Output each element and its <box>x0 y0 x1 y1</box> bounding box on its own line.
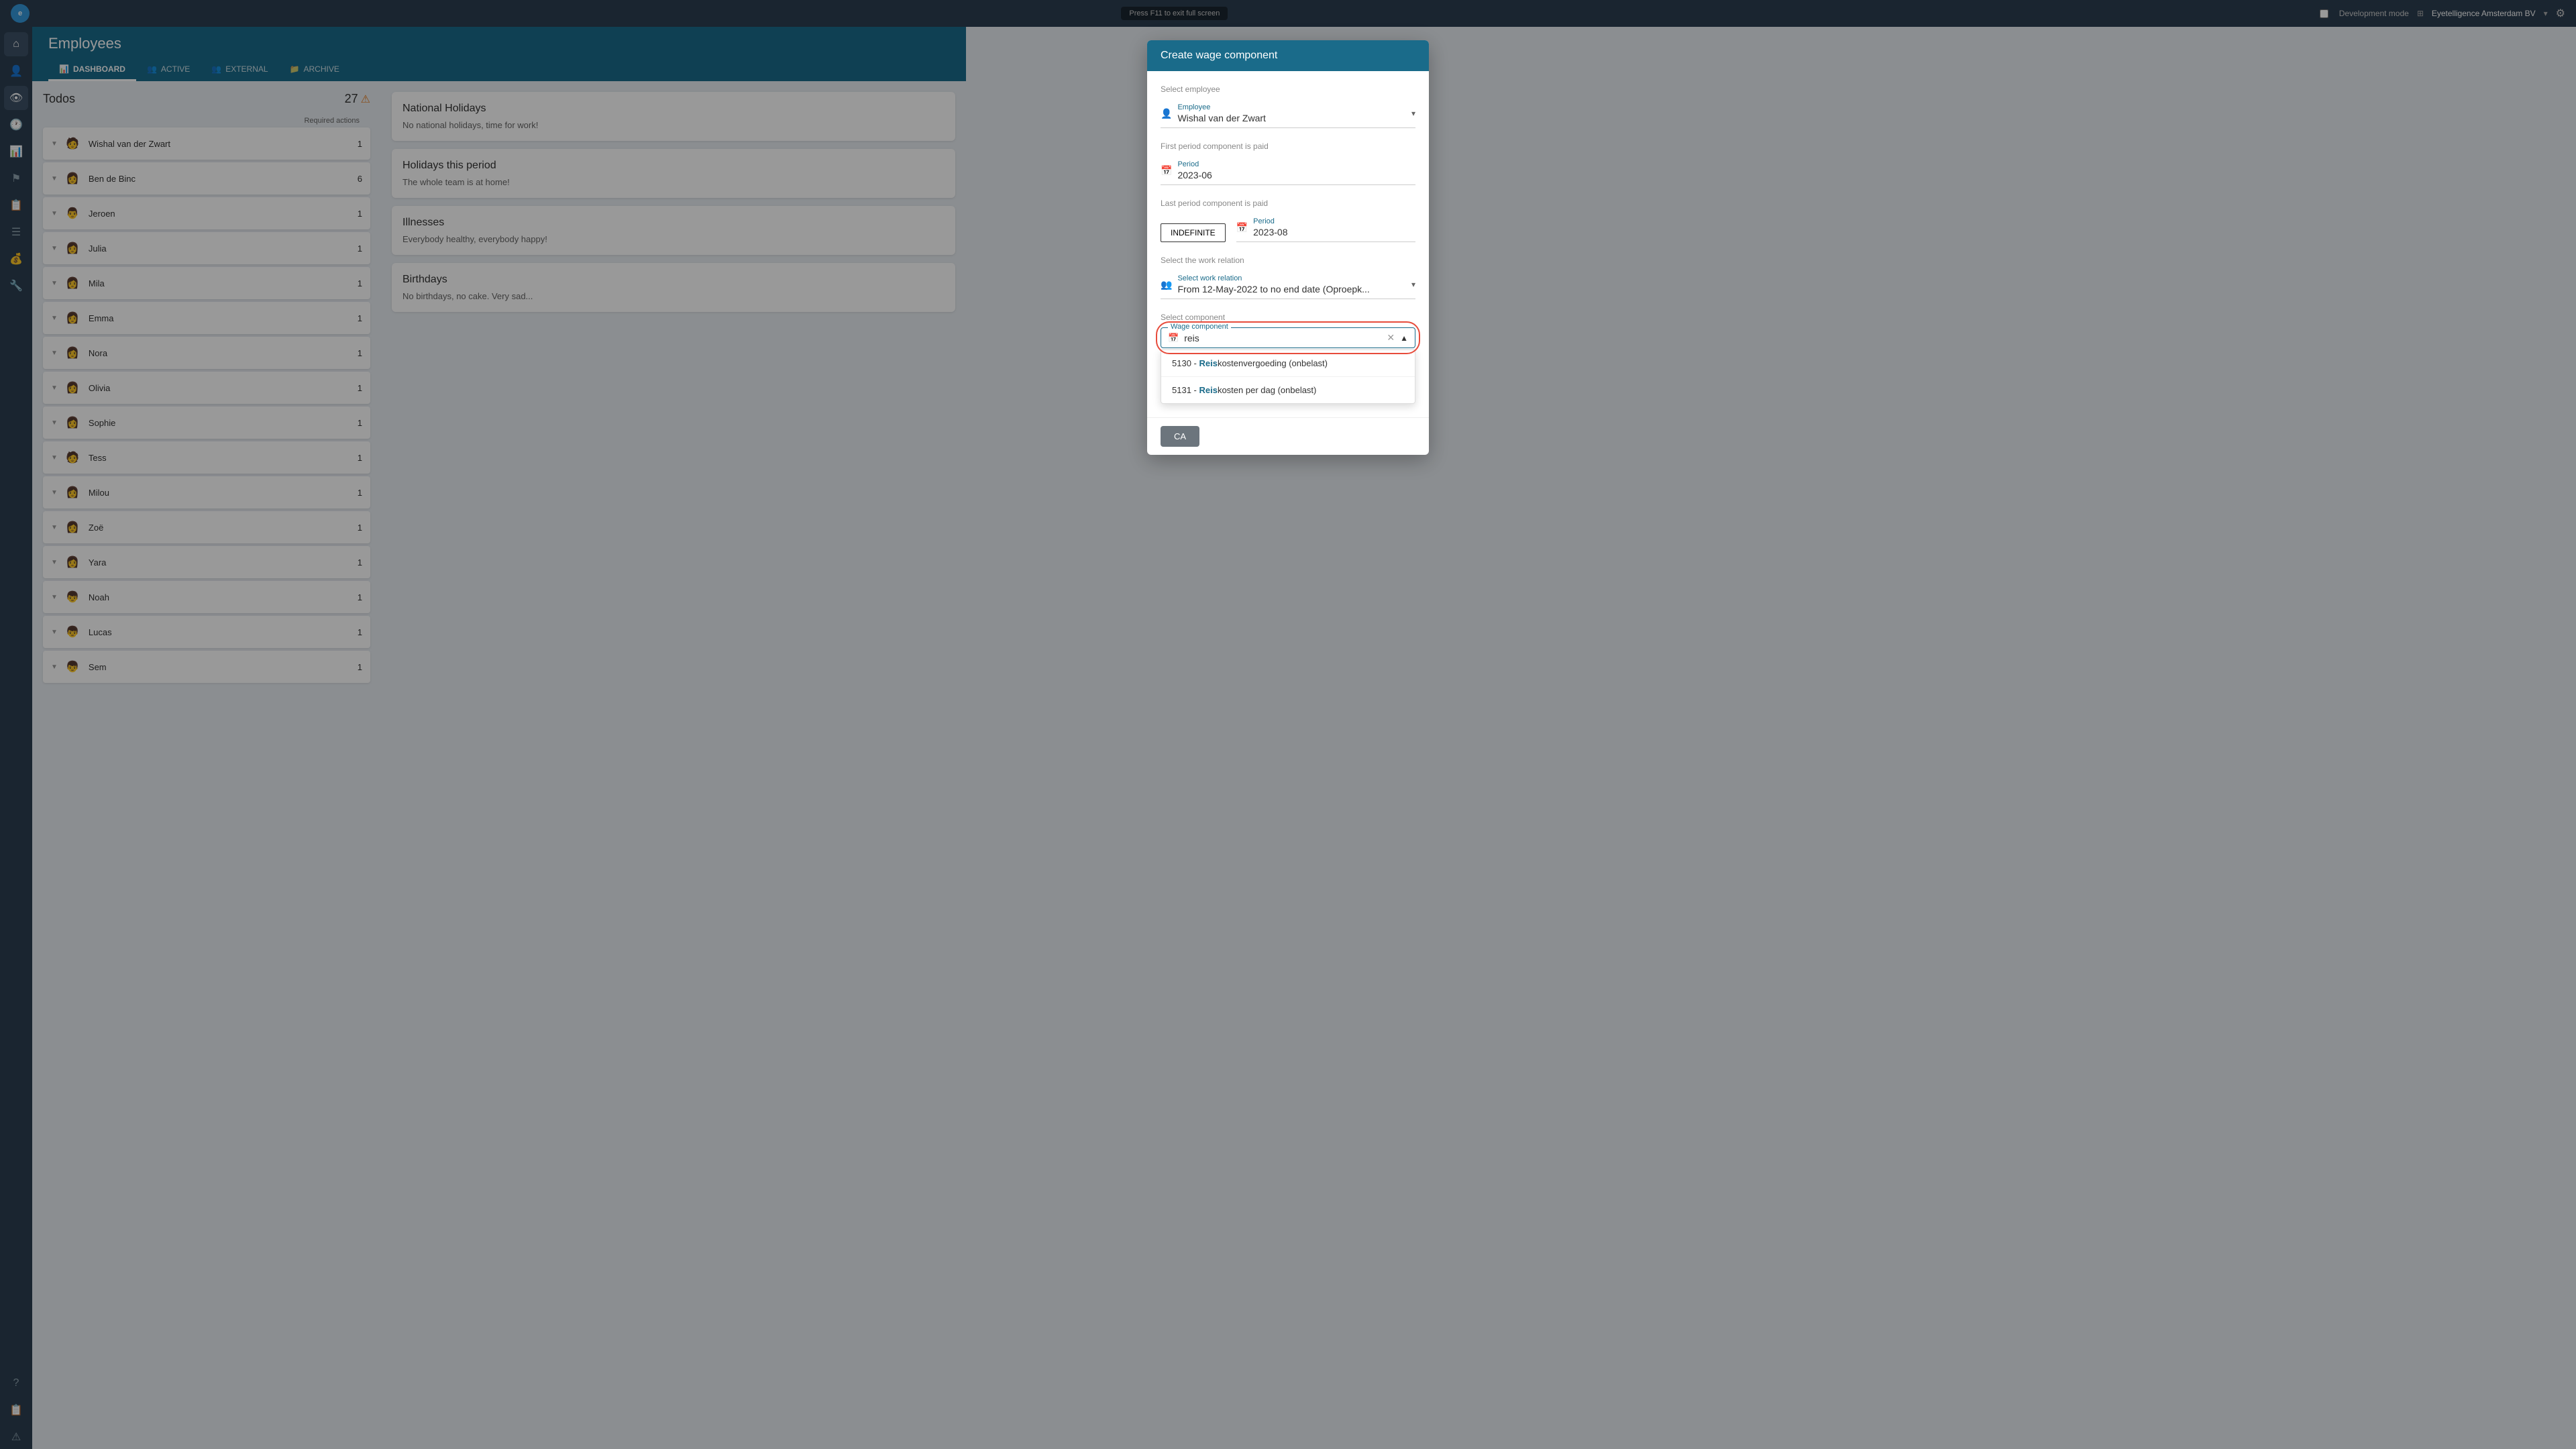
cancel-button[interactable]: CA <box>1161 426 1199 447</box>
calendar-icon: 📅 <box>1161 165 1172 176</box>
work-icon: 👥 <box>1161 279 1172 290</box>
employee-dropdown-arrow[interactable]: ▾ <box>1411 109 1415 118</box>
employee-section: Select employee 👤 Employee Wishal van de… <box>1161 85 1415 128</box>
modal-body: Select employee 👤 Employee Wishal van de… <box>1147 71 1429 417</box>
wage-toggle-icon[interactable]: ▲ <box>1400 333 1408 343</box>
first-period-label: First period component is paid <box>1161 142 1415 151</box>
employee-section-label: Select employee <box>1161 85 1415 94</box>
component-label: Select component <box>1161 313 1415 322</box>
component-section: Select component Wage component 📅 ✕ ▲ 51… <box>1161 313 1415 404</box>
first-period-section: First period component is paid 📅 Period … <box>1161 142 1415 185</box>
dropdown-item[interactable]: 5130 - Reiskostenvergoeding (onbelast) <box>1161 350 1415 377</box>
last-period-row: INDEFINITE 📅 Period 2023-08 <box>1161 213 1415 242</box>
work-relation-section: Select the work relation 👥 Select work r… <box>1161 256 1415 299</box>
modal-footer: CA <box>1147 417 1429 455</box>
first-period-value: 2023-06 <box>1177 170 1415 180</box>
last-period-value: 2023-08 <box>1253 227 1415 237</box>
wage-dropdown-list: 5130 - Reiskostenvergoeding (onbelast)51… <box>1161 350 1415 404</box>
wage-component-field[interactable]: Wage component 📅 ✕ ▲ <box>1161 327 1415 348</box>
work-relation-value: From 12-May-2022 to no end date (Oproepk… <box>1177 284 1406 294</box>
work-relation-field-label: Select work relation <box>1177 274 1406 282</box>
modal-title: Create wage component <box>1161 50 1277 61</box>
wage-component-wrapper: Wage component 📅 ✕ ▲ 5130 - Reiskostenve… <box>1161 327 1415 404</box>
employee-field-label: Employee <box>1177 103 1406 111</box>
work-relation-arrow[interactable]: ▾ <box>1411 280 1415 289</box>
first-period-field[interactable]: 📅 Period 2023-06 <box>1161 156 1415 185</box>
dropdown-item[interactable]: 5131 - Reiskosten per dag (onbelast) <box>1161 377 1415 403</box>
employee-value: Wishal van der Zwart <box>1177 113 1406 123</box>
modal: Create wage component Select employee 👤 … <box>1147 40 1429 455</box>
first-period-field-label: Period <box>1177 160 1415 168</box>
wage-component-input[interactable] <box>1184 333 1381 343</box>
indefinite-button[interactable]: INDEFINITE <box>1161 223 1226 242</box>
last-period-field[interactable]: 📅 Period 2023-08 <box>1236 213 1415 242</box>
work-relation-field[interactable]: 👥 Select work relation From 12-May-2022 … <box>1161 270 1415 299</box>
last-period-field-label: Period <box>1253 217 1415 225</box>
wage-field-icon: 📅 <box>1168 333 1179 343</box>
last-period-label: Last period component is paid <box>1161 199 1415 208</box>
work-relation-label: Select the work relation <box>1161 256 1415 265</box>
wage-clear-icon[interactable]: ✕ <box>1387 332 1395 343</box>
modal-overlay[interactable]: Create wage component Select employee 👤 … <box>0 0 2576 1449</box>
person-icon: 👤 <box>1161 108 1172 119</box>
employee-field[interactable]: 👤 Employee Wishal van der Zwart ▾ <box>1161 99 1415 128</box>
calendar2-icon: 📅 <box>1236 222 1248 233</box>
modal-header: Create wage component <box>1147 40 1429 71</box>
last-period-section: Last period component is paid INDEFINITE… <box>1161 199 1415 242</box>
wage-component-label: Wage component <box>1168 323 1231 331</box>
